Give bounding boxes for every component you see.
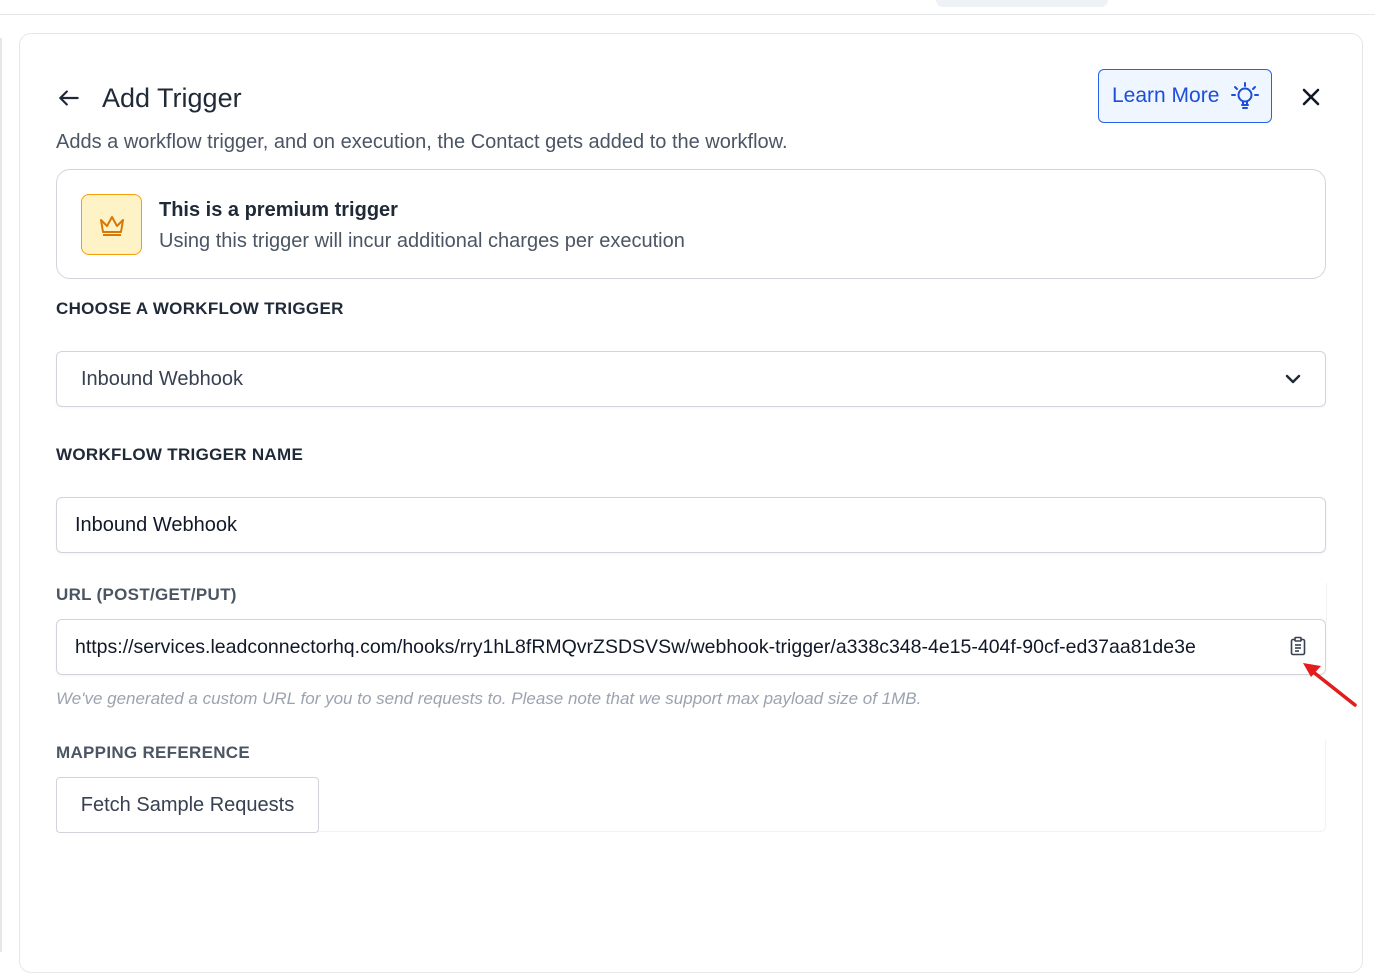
top-bar-tab[interactable] bbox=[936, 0, 1108, 7]
crown-icon bbox=[81, 194, 142, 255]
workflow-trigger-select[interactable]: Inbound Webhook bbox=[56, 351, 1326, 407]
trigger-name-input[interactable]: Inbound Webhook bbox=[56, 497, 1326, 553]
top-bar bbox=[0, 0, 1375, 15]
chevron-down-icon bbox=[1283, 369, 1303, 389]
premium-title: This is a premium trigger bbox=[159, 199, 398, 221]
page-subtitle: Adds a workflow trigger, and on executio… bbox=[56, 131, 788, 153]
trigger-select-label: CHOOSE A WORKFLOW TRIGGER bbox=[56, 299, 344, 318]
url-hint: We've generated a custom URL for you to … bbox=[56, 689, 922, 708]
close-icon[interactable] bbox=[1298, 84, 1324, 110]
mapping-reference-label: MAPPING REFERENCE bbox=[56, 743, 251, 762]
trigger-name-label: WORKFLOW TRIGGER NAME bbox=[56, 445, 304, 464]
learn-more-button[interactable]: Learn More bbox=[1098, 69, 1272, 123]
divider bbox=[1326, 583, 1327, 623]
lightbulb-icon bbox=[1231, 81, 1260, 111]
left-divider bbox=[0, 38, 2, 952]
webhook-url-input[interactable]: https://services.leadconnectorhq.com/hoo… bbox=[56, 619, 1326, 675]
premium-description: Using this trigger will incur additional… bbox=[159, 230, 685, 252]
selected-trigger: Inbound Webhook bbox=[81, 367, 243, 390]
panel-header: Add Trigger bbox=[56, 80, 242, 116]
url-label: URL (POST/GET/PUT) bbox=[56, 585, 237, 604]
learn-more-label: Learn More bbox=[1112, 84, 1220, 107]
fetch-sample-requests-button[interactable]: Fetch Sample Requests bbox=[56, 777, 319, 833]
clipboard-copy-icon[interactable] bbox=[1288, 635, 1308, 657]
premium-trigger-notice: This is a premium trigger Using this tri… bbox=[56, 169, 1326, 279]
back-arrow-icon[interactable] bbox=[56, 85, 82, 111]
page-title: Add Trigger bbox=[102, 82, 242, 113]
annotation-arrow-icon bbox=[1303, 663, 1357, 707]
